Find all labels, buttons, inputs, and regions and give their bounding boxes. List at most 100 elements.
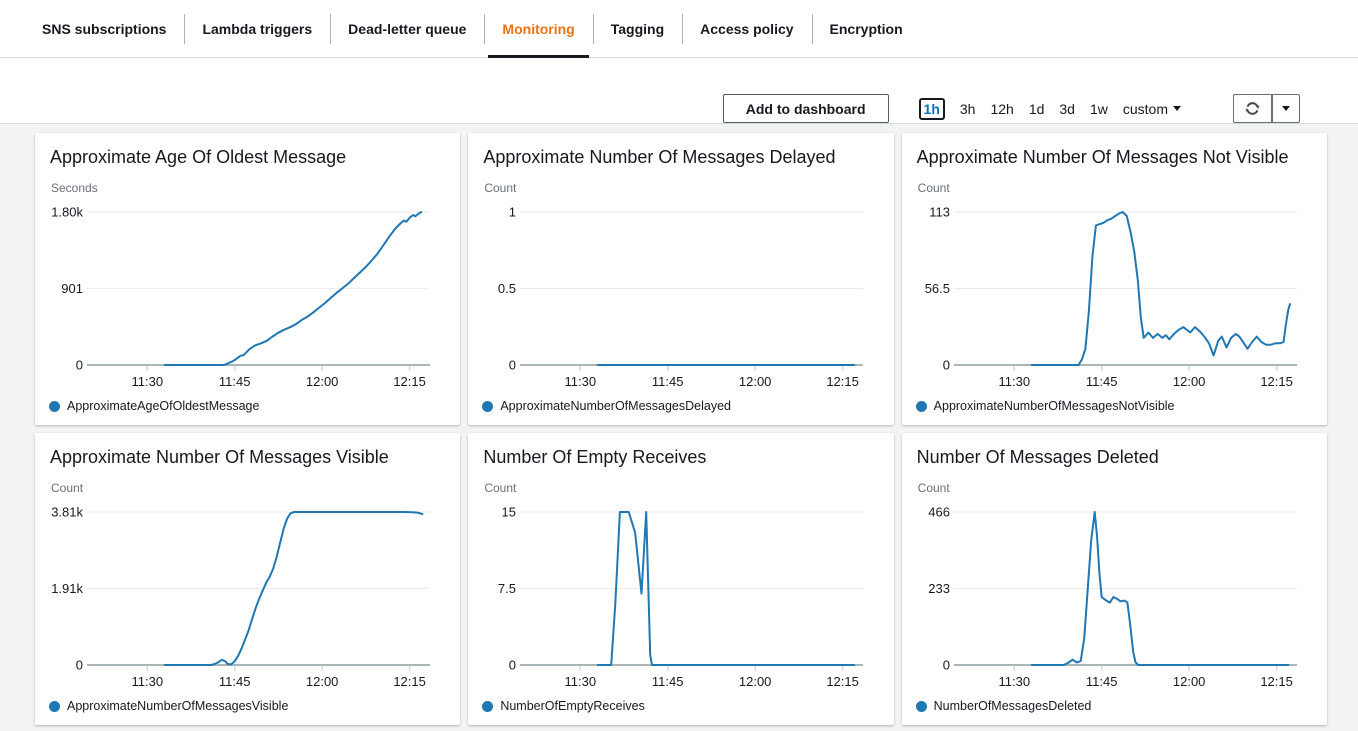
time-range-label: custom xyxy=(1123,101,1168,117)
chart-title: Approximate Number Of Messages Visible xyxy=(50,447,446,468)
y-tick-label: 15 xyxy=(502,505,516,520)
time-range-1h[interactable]: 1h xyxy=(919,98,945,120)
x-tick-label: 12:15 xyxy=(393,674,426,689)
line-chart-plot[interactable]: 3.81k1.91k011:3011:4512:0012:15 xyxy=(49,500,445,696)
x-tick-label: 11:45 xyxy=(1086,374,1118,389)
x-tick-label: 11:45 xyxy=(652,374,684,389)
add-to-dashboard-button[interactable]: Add to dashboard xyxy=(723,94,889,123)
chart-title: Number Of Messages Deleted xyxy=(917,447,1313,468)
time-range-label: 3d xyxy=(1059,101,1075,117)
legend-item[interactable]: ApproximateNumberOfMessagesNotVisible xyxy=(916,399,1313,413)
x-tick-label: 12:15 xyxy=(1260,674,1293,689)
legend-item[interactable]: ApproximateAgeOfOldestMessage xyxy=(49,399,446,413)
chart-title: Approximate Number Of Messages Delayed xyxy=(483,147,879,168)
x-tick-label: 11:45 xyxy=(1086,674,1118,689)
time-range-1d[interactable]: 1d xyxy=(1029,101,1045,117)
y-tick-label: 1.91k xyxy=(51,581,83,596)
y-tick-label: 3.81k xyxy=(51,505,83,520)
legend-dot-icon xyxy=(482,701,493,712)
time-range-selector: 1h 3h 12h 1d 3d 1w custom xyxy=(919,94,1181,123)
y-axis-unit-label: Count xyxy=(918,181,1313,195)
tab-encryption[interactable]: Encryption xyxy=(812,0,921,57)
time-range-label: 1w xyxy=(1090,101,1108,117)
x-tick-label: 12:15 xyxy=(827,374,860,389)
legend-item[interactable]: ApproximateNumberOfMessagesVisible xyxy=(49,699,446,713)
legend-dot-icon xyxy=(916,401,927,412)
legend-label: ApproximateNumberOfMessagesNotVisible xyxy=(934,399,1175,413)
y-tick-label: 901 xyxy=(61,281,83,296)
legend-item[interactable]: NumberOfMessagesDeleted xyxy=(916,699,1313,713)
legend-dot-icon xyxy=(49,401,60,412)
y-tick-label: 1.80k xyxy=(51,205,83,220)
y-axis-unit-label: Count xyxy=(51,481,446,495)
time-range-3h[interactable]: 3h xyxy=(960,101,976,117)
time-range-3d[interactable]: 3d xyxy=(1059,101,1075,117)
line-chart-plot[interactable]: 11356.5011:3011:4512:0012:15 xyxy=(916,200,1312,396)
refresh-icon xyxy=(1244,100,1261,117)
legend-label: NumberOfMessagesDeleted xyxy=(934,699,1092,713)
tab-access-policy[interactable]: Access policy xyxy=(682,0,811,57)
chart-title: Number Of Empty Receives xyxy=(483,447,879,468)
y-axis-unit-label: Seconds xyxy=(51,181,446,195)
legend-label: NumberOfEmptyReceives xyxy=(500,699,645,713)
tab-lambda-triggers[interactable]: Lambda triggers xyxy=(184,0,330,57)
tab-tagging[interactable]: Tagging xyxy=(593,0,682,57)
x-tick-label: 12:00 xyxy=(306,674,339,689)
tab-sns-subscriptions[interactable]: SNS subscriptions xyxy=(24,0,184,57)
queue-detail-tabs: SNS subscriptionsLambda triggersDead-let… xyxy=(0,0,1358,58)
chart-title: Approximate Number Of Messages Not Visib… xyxy=(917,147,1313,168)
tab-dead-letter-queue[interactable]: Dead-letter queue xyxy=(330,0,484,57)
chart-card-approximate-number-of-messages-not-visible: Approximate Number Of Messages Not Visib… xyxy=(902,133,1327,425)
legend-label: ApproximateAgeOfOldestMessage xyxy=(67,399,259,413)
refresh-button-group xyxy=(1233,94,1300,123)
x-tick-label: 12:15 xyxy=(393,374,426,389)
caret-down-icon xyxy=(1173,106,1181,111)
y-tick-label: 7.5 xyxy=(498,581,516,596)
x-tick-label: 11:30 xyxy=(565,674,597,689)
legend-label: ApproximateNumberOfMessagesVisible xyxy=(67,699,288,713)
y-tick-label: 0.5 xyxy=(498,281,516,296)
y-tick-label: 466 xyxy=(928,505,950,520)
legend-dot-icon xyxy=(916,701,927,712)
y-tick-label: 1 xyxy=(509,205,516,220)
y-tick-label: 0 xyxy=(942,658,949,673)
line-chart-plot[interactable]: 466233011:3011:4512:0012:15 xyxy=(916,500,1312,696)
x-tick-label: 11:30 xyxy=(132,374,164,389)
legend-item[interactable]: NumberOfEmptyReceives xyxy=(482,699,879,713)
x-tick-label: 11:30 xyxy=(998,674,1030,689)
chart-card-number-of-empty-receives: Number Of Empty Receives Count 15 7.5 0 11:30… xyxy=(468,433,893,725)
refresh-button[interactable] xyxy=(1233,94,1272,123)
refresh-options-button[interactable] xyxy=(1272,94,1300,123)
time-range-label: 1d xyxy=(1029,101,1045,117)
y-tick-label: 0 xyxy=(509,658,516,673)
chart-card-approximate-age-of-oldest-message: Approximate Age Of Oldest Message Seconds… xyxy=(35,133,460,425)
line-chart-plot[interactable]: 1.80k901011:3011:4512:0012:15 xyxy=(49,200,445,396)
time-range-label: 3h xyxy=(960,101,976,117)
x-tick-label: 11:45 xyxy=(219,374,251,389)
y-tick-label: 113 xyxy=(929,205,950,220)
line-chart-plot[interactable]: 10.5011:3011:4512:0012:15 xyxy=(482,200,878,396)
line-chart-plot[interactable]: 157.5011:3011:4512:0012:15 xyxy=(482,500,878,696)
time-range-custom[interactable]: custom xyxy=(1123,101,1181,117)
monitoring-toolbar: Add to dashboard 1h 3h 12h 1d 3d 1w custom xyxy=(0,58,1358,124)
time-range-1w[interactable]: 1w xyxy=(1090,101,1108,117)
charts-grid: Approximate Age Of Oldest Message Seconds… xyxy=(0,124,1358,731)
legend-dot-icon xyxy=(482,401,493,412)
x-tick-label: 12:00 xyxy=(739,374,772,389)
y-axis-unit-label: Count xyxy=(918,481,1313,495)
y-tick-label: 0 xyxy=(509,358,516,373)
y-tick-label: 56.5 xyxy=(924,281,949,296)
time-range-label: 12h xyxy=(990,101,1013,117)
legend-item[interactable]: ApproximateNumberOfMessagesDelayed xyxy=(482,399,879,413)
legend-dot-icon xyxy=(49,701,60,712)
y-axis-unit-label: Count xyxy=(484,481,879,495)
x-tick-label: 11:45 xyxy=(219,674,251,689)
chart-title: Approximate Age Of Oldest Message xyxy=(50,147,446,168)
chart-card-approximate-number-of-messages-visible: Approximate Number Of Messages Visible Co… xyxy=(35,433,460,725)
x-tick-label: 11:30 xyxy=(998,374,1030,389)
legend-label: ApproximateNumberOfMessagesDelayed xyxy=(500,399,731,413)
chevron-down-icon xyxy=(1282,106,1290,111)
tab-monitoring[interactable]: Monitoring xyxy=(484,0,592,57)
time-range-12h[interactable]: 12h xyxy=(990,101,1013,117)
x-tick-label: 12:00 xyxy=(739,674,772,689)
